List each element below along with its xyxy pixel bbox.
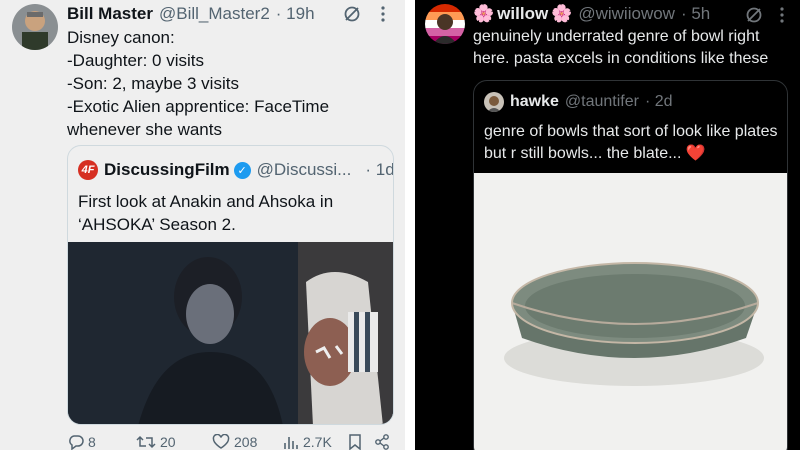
tweet-time[interactable]: · 5h: [681, 4, 710, 24]
heart-emoji: ❤️: [685, 145, 706, 162]
bill-master-avatar[interactable]: [12, 4, 58, 50]
views-icon: [284, 437, 298, 449]
quoted-tweet[interactable]: hawke @tauntifer · 2d genre of bowls tha…: [473, 80, 788, 450]
reply-icon: [69, 435, 84, 450]
like-icon: [212, 434, 230, 449]
name-flower-emoji-right: 🌸: [551, 4, 573, 23]
quoted-tweet-body: genre of bowls that sort of look like pl…: [484, 123, 778, 162]
quoted-tweet-text: genre of bowls that sort of look like pl…: [484, 121, 779, 165]
name-flower-emoji-left: 🌸: [473, 4, 495, 23]
quoted-author-handle[interactable]: @tauntifer: [565, 93, 639, 111]
left-tweet-header: Bill Master @Bill_Master2 · 19h: [67, 4, 315, 24]
discussingfilm-logo: 4F: [78, 160, 98, 180]
bookmark-button[interactable]: [348, 434, 362, 450]
views-button[interactable]: 2.7K: [283, 434, 332, 450]
quoted-tweet[interactable]: 4F DiscussingFilm ✓ @Discussi... · 1d Fi…: [67, 145, 394, 425]
more-icon[interactable]: [380, 5, 386, 28]
author-name[interactable]: Bill Master: [67, 4, 153, 24]
tweet-text: genuinely underrated genre of bowl right…: [473, 28, 769, 67]
anakin-ahsoka-image[interactable]: [68, 242, 393, 424]
tweet-text: Disney canon: -Daughter: 0 visits -Son: …: [67, 28, 330, 139]
author-handle[interactable]: @Bill_Master2: [159, 4, 270, 24]
reply-count: 8: [88, 434, 96, 450]
bowl-image[interactable]: [474, 173, 787, 450]
repost-button[interactable]: 20: [136, 434, 176, 450]
left-tweet: Bill Master @Bill_Master2 · 19h Disney c…: [0, 0, 405, 450]
quoted-tweet-header: hawke @tauntifer · 2d: [484, 92, 673, 112]
quoted-tweet-time[interactable]: · 2d: [645, 93, 673, 111]
share-button[interactable]: [374, 434, 390, 450]
author-handle[interactable]: @wiwiiowow: [578, 4, 675, 24]
reply-button[interactable]: 8: [68, 434, 96, 450]
quoted-author-name[interactable]: hawke: [510, 93, 559, 111]
quoted-tweet-text: First look at Anakin and Ahsoka in ‘AHSO…: [78, 192, 334, 234]
share-icon: [375, 434, 389, 450]
verified-badge-icon: ✓: [233, 161, 251, 179]
repost-count: 20: [160, 434, 176, 450]
grok-icon[interactable]: [343, 5, 361, 28]
repost-icon: [136, 435, 156, 449]
tweet-action-bar: 8 20 208 2.7K: [68, 434, 398, 450]
panel-divider: [405, 0, 415, 450]
quoted-tweet-header: 4F DiscussingFilm ✓ @Discussi... · 1d: [78, 160, 393, 180]
quoted-tweet-time[interactable]: · 1d: [365, 160, 393, 180]
right-tweet-header: 🌸 willow 🌸 @wiwiiowow · 5h: [473, 4, 710, 24]
like-count: 208: [234, 434, 258, 450]
views-count: 2.7K: [303, 434, 332, 450]
bookmark-icon: [349, 434, 361, 450]
quoted-author-name[interactable]: DiscussingFilm: [104, 160, 230, 180]
like-button[interactable]: 208: [212, 434, 257, 450]
tweet-time[interactable]: · 19h: [276, 4, 315, 24]
willow-avatar[interactable]: [425, 4, 465, 44]
quoted-author-handle[interactable]: @Discussi...: [257, 160, 352, 180]
author-name[interactable]: willow: [497, 4, 548, 24]
right-tweet: 🌸 willow 🌸 @wiwiiowow · 5h genuinely und…: [415, 0, 800, 450]
hawke-avatar[interactable]: [484, 92, 504, 112]
